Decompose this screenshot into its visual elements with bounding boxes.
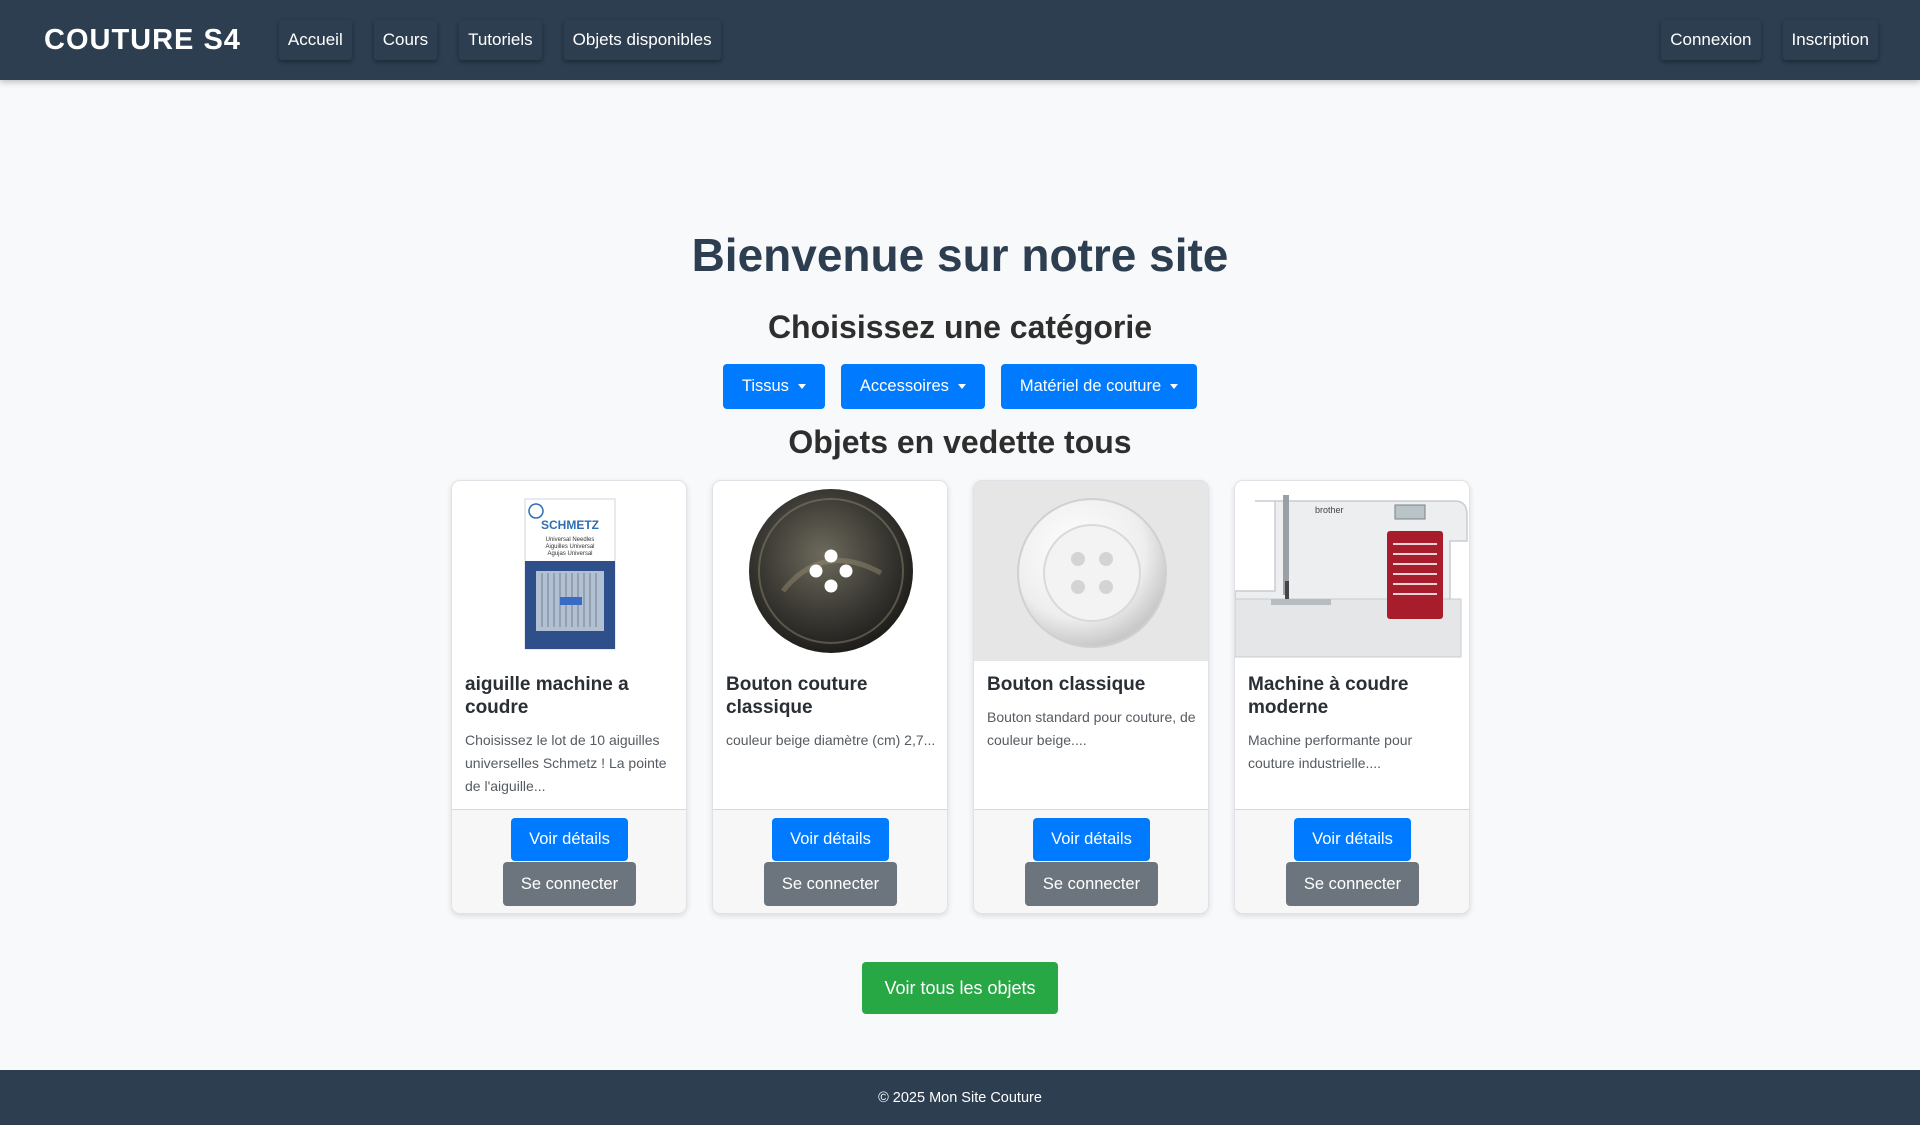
view-details-button[interactable]: Voir détails: [1033, 818, 1150, 861]
view-all-items-button[interactable]: Voir tous les objets: [862, 962, 1058, 1014]
card-title: aiguille machine a coudre: [465, 674, 629, 718]
auth-nav: Connexion Inscription: [1639, 20, 1878, 60]
view-details-button[interactable]: Voir détails: [511, 818, 628, 861]
product-card: SCHMETZ Universal Needles Aiguilles Univ…: [451, 480, 687, 914]
top-navbar: COUTURE S4 Accueil Cours Tutoriels Objet…: [0, 0, 1920, 80]
needle-pack-brand: SCHMETZ: [541, 518, 599, 532]
login-button[interactable]: Se connecter: [1286, 862, 1419, 906]
login-button[interactable]: Se connecter: [1025, 862, 1158, 906]
caret-down-icon: [797, 384, 806, 389]
featured-heading: Objets en vedette tous: [788, 424, 1132, 460]
brand-logo[interactable]: COUTURE S4: [44, 24, 241, 57]
main-nav: Accueil Cours Tutoriels Objets disponibl…: [278, 20, 743, 60]
category-label: Tissus: [741, 377, 789, 395]
card-footer: Voir détails Se connecter: [1235, 809, 1469, 913]
category-heading: Choisissez une catégorie: [767, 309, 1153, 345]
nav-link-cours[interactable]: Cours: [373, 20, 438, 60]
nav-link-tutoriels[interactable]: Tutoriels: [459, 20, 542, 60]
card-description: couleur beige diamètre (cm) 2,7...: [726, 732, 936, 748]
page-footer: © 2025 Mon Site Couture: [0, 1070, 1920, 1125]
needle-pack-line: Aiguilles Universal: [545, 544, 594, 550]
caret-down-icon: [1170, 384, 1179, 389]
category-dropdown-accessoires[interactable]: Accessoires: [840, 364, 985, 409]
needle-pack-image: SCHMETZ Universal Needles Aiguilles Univ…: [452, 481, 686, 661]
machine-brand: brother: [1315, 505, 1344, 515]
login-button[interactable]: Se connecter: [764, 862, 897, 906]
nav-link-accueil[interactable]: Accueil: [278, 20, 352, 60]
product-card: Bouton classique Bouton standard pour co…: [973, 480, 1209, 914]
white-button-image: [974, 481, 1208, 661]
card-description: Machine performante pour couture industr…: [1248, 732, 1413, 771]
card-description: Choisissez le lot de 10 aiguilles univer…: [465, 732, 667, 794]
view-details-button[interactable]: Voir détails: [772, 818, 889, 861]
needle-pack-line: Agujas Universal: [547, 551, 592, 557]
caret-down-icon: [957, 384, 966, 389]
featured-cards: SCHMETZ Universal Needles Aiguilles Univ…: [451, 480, 1470, 914]
card-description: Bouton standard pour couture, de couleur…: [987, 709, 1196, 748]
login-link[interactable]: Connexion: [1661, 20, 1761, 60]
category-dropdown-tissus[interactable]: Tissus: [722, 364, 825, 409]
category-dropdown-materiel[interactable]: Matériel de couture: [1000, 364, 1198, 409]
dark-button-image: [713, 481, 947, 661]
register-link[interactable]: Inscription: [1782, 20, 1878, 60]
card-title: Machine à coudre moderne: [1248, 674, 1409, 718]
card-title: Bouton classique: [987, 674, 1146, 695]
sewing-machine-image: brother: [1235, 481, 1469, 661]
card-footer: Voir détails Se connecter: [713, 809, 947, 913]
needle-pack-line: Universal Needles: [546, 537, 595, 543]
card-footer: Voir détails Se connecter: [974, 809, 1208, 913]
category-label: Matériel de couture: [1019, 377, 1162, 395]
card-title: Bouton couture classique: [726, 674, 868, 718]
category-label: Accessoires: [859, 377, 949, 395]
view-details-button[interactable]: Voir détails: [1294, 818, 1411, 861]
copyright-text: © 2025 Mon Site Couture: [878, 1089, 1042, 1106]
nav-link-objets-disponibles[interactable]: Objets disponibles: [563, 20, 721, 60]
product-card: brother Machine à coudre moderne Machine…: [1234, 480, 1470, 914]
product-card: Bouton couture classique couleur beige d…: [712, 480, 948, 914]
page-title: Bienvenue sur notre site: [691, 229, 1229, 281]
card-footer: Voir détails Se connecter: [452, 809, 686, 913]
category-buttons: Tissus Accessoires Matériel de couture: [0, 364, 1920, 409]
login-button[interactable]: Se connecter: [503, 862, 636, 906]
